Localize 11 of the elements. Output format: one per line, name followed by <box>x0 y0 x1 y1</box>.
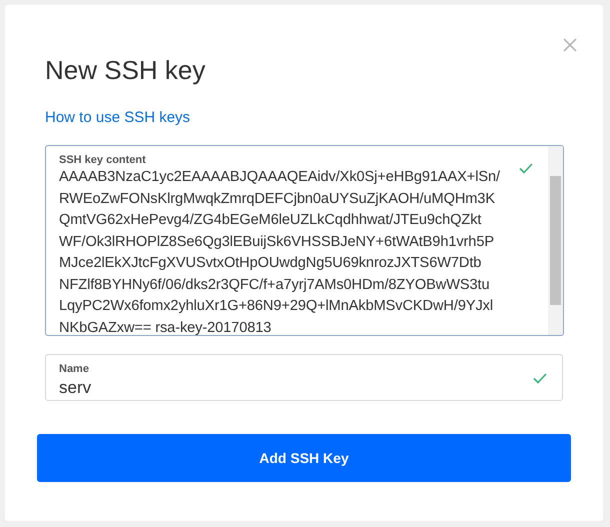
close-icon[interactable] <box>563 38 577 52</box>
scrollbar[interactable] <box>548 146 563 335</box>
key-content-text: AAAAB3NzaC1yc2EAAAABJQAAAQEAidv/Xk0Sj+eHBg91AAX+lSn/ RWEoZwFONsKlrgMwqkZmrqDEFCjbn0aUYSuZjKAOH/uMQHm3K QmtVG62xHePevg4/ZG4bEGeM6leUZLkCqdhhwat/JTEu9chQZkt WF/Ok3lRHOPlZ8Se6Qg3lEBuijSk6VHSSBJeNY+6tWAtB9h1vrh5P MJce2lEkXJtcFgXVUSvtxOtHpOUwdgNg5U69knrozJXTS6W7Dtb NFZlf8BYHNy6f/06/dks2r3QFC/f+a7yrj7AMs0HDm/8ZYOBwWS3tu LqyPC2Wx6fomx2yhluXr1G+86N9+29Q+lMnAkbMSvCKDwH/9YJxl NKbGAZxw== rsa-key-20170813 <box>59 168 501 335</box>
dialog-title: New SSH key <box>45 54 206 86</box>
add-ssh-key-button[interactable]: Add SSH Key <box>37 434 571 482</box>
key-content-field[interactable] <box>45 145 564 336</box>
name-value: serv <box>59 378 92 398</box>
field-label: Name <box>59 363 90 376</box>
help-link[interactable]: How to use SSH keys <box>45 109 190 126</box>
name-field[interactable]: Name serv <box>45 354 563 401</box>
field-label: SSH key content <box>59 154 147 167</box>
